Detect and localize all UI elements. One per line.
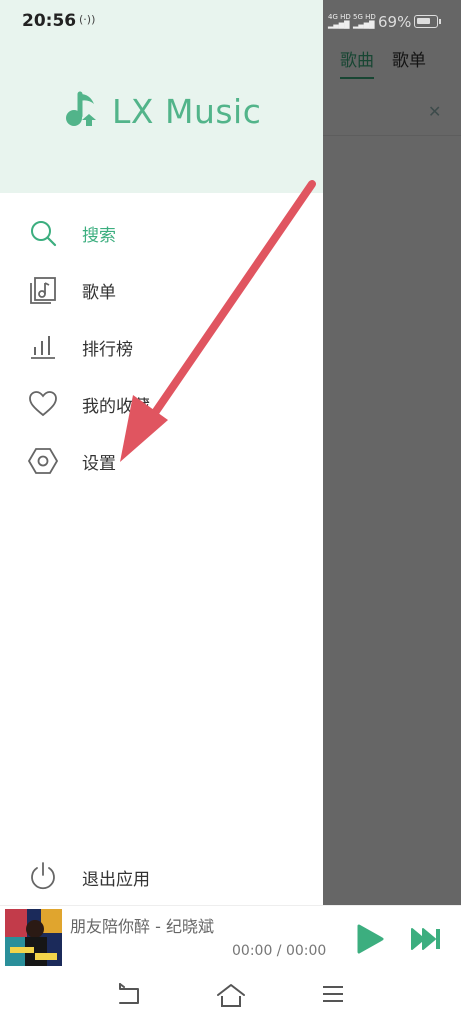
nfc-icon: (·)) — [79, 13, 96, 26]
next-track-icon[interactable] — [410, 926, 442, 956]
menu-item-favorites[interactable]: 我的收藏 — [0, 376, 323, 432]
playback-time: 00:00 / 00:00 — [232, 943, 327, 959]
menu-item-search[interactable]: 搜索 — [0, 205, 323, 261]
play-icon[interactable] — [355, 923, 385, 959]
menu-item-label: 设置 — [82, 453, 116, 474]
menu-item-settings[interactable]: 设置 — [0, 433, 323, 489]
back-icon[interactable] — [116, 983, 142, 1011]
menu-item-playlist[interactable]: 歌单 — [0, 262, 323, 318]
playlist-icon — [28, 275, 58, 305]
menu-item-leaderboard[interactable]: 排行榜 — [0, 319, 323, 375]
menu-item-label: 搜索 — [82, 225, 116, 246]
settings-icon — [28, 446, 58, 476]
system-nav-bar — [0, 969, 461, 1024]
home-icon[interactable] — [216, 983, 246, 1013]
status-bar: 20:56 (·)) 4G HD ▂▄▆█ 5G HD ▂▄▆█ 69% — [0, 0, 461, 42]
power-icon — [28, 861, 58, 895]
menu-item-label: 歌单 — [82, 282, 116, 303]
song-title: 朋友陪你醉 - 纪晓斌 — [70, 917, 214, 936]
menu-item-label: 我的收藏 — [82, 396, 150, 417]
exit-app-label: 退出应用 — [82, 870, 150, 890]
sim2-label: 5G HD — [353, 13, 376, 21]
menu-icon[interactable] — [321, 983, 345, 1009]
music-note-icon — [64, 90, 100, 132]
exit-app-button[interactable]: 退出应用 — [0, 848, 323, 904]
signal-icon: 5G HD ▂▄▆█ — [353, 13, 376, 29]
heart-icon — [28, 389, 58, 419]
chart-icon — [28, 332, 58, 362]
battery-percent: 69% — [378, 13, 412, 31]
app-logo: LX Music — [64, 90, 261, 132]
player-bar[interactable]: 朋友陪你醉 - 纪晓斌 00:00 / 00:00 — [0, 905, 461, 969]
album-cover[interactable] — [5, 909, 62, 966]
menu-item-label: 排行榜 — [82, 339, 133, 360]
search-icon — [28, 218, 58, 248]
status-time: 20:56 — [22, 11, 77, 31]
navigation-drawer: LX Music 搜索 歌单 排行榜 我的收藏 设置 退出应用 — [0, 0, 323, 905]
signal-icon: 4G HD ▂▄▆█ — [328, 13, 351, 29]
app-name: LX Music — [112, 91, 262, 131]
sim1-label: 4G HD — [328, 13, 351, 21]
drawer-scrim[interactable] — [323, 0, 461, 905]
battery-icon — [414, 15, 441, 28]
